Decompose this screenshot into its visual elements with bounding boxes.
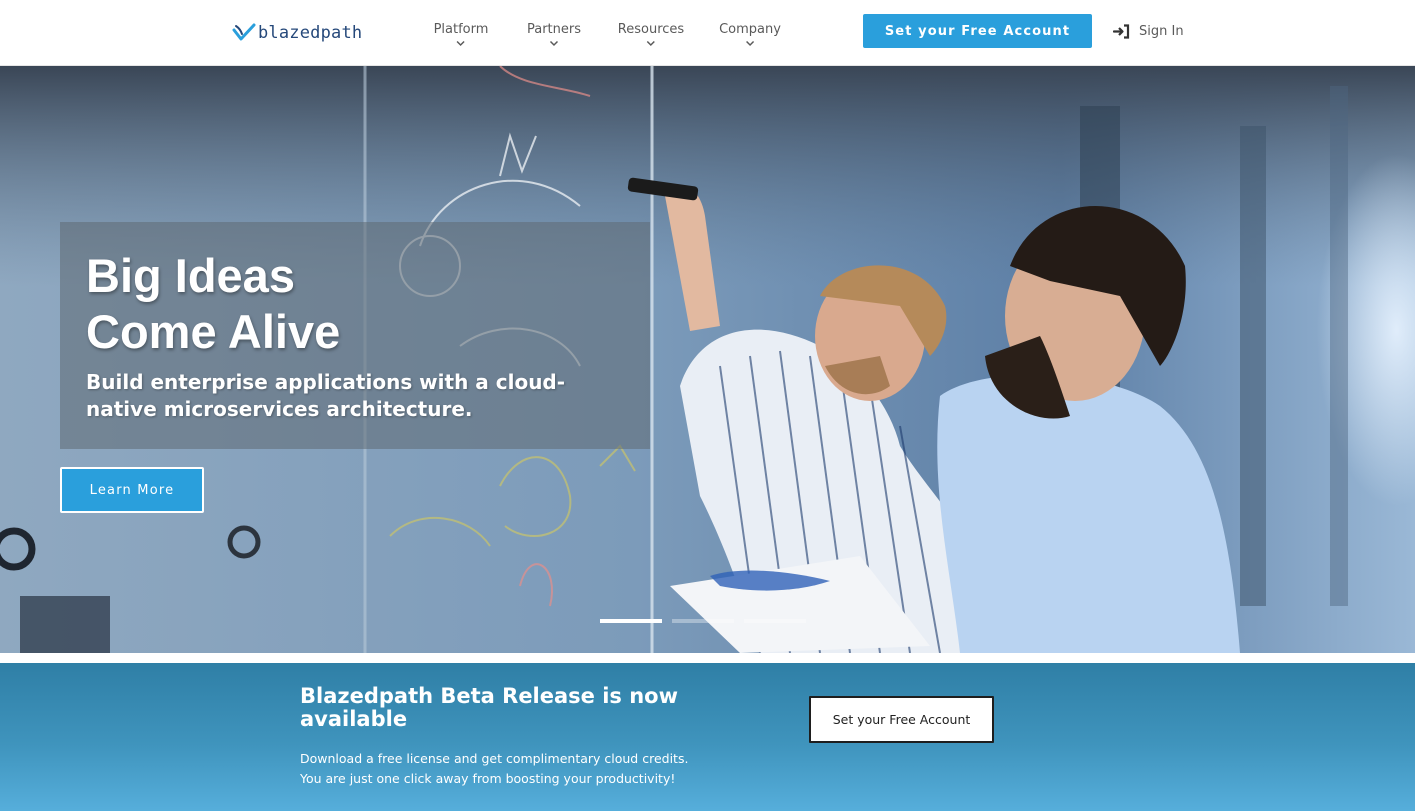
- nav-platform[interactable]: Platform: [433, 22, 489, 47]
- free-account-button[interactable]: Set your Free Account: [863, 14, 1092, 48]
- carousel-dot-1[interactable]: [600, 619, 662, 623]
- hero-subtitle: Build enterprise applications with a clo…: [86, 370, 566, 421]
- promo-description-line-2: You are just one click away from boostin…: [300, 771, 676, 786]
- beta-release-banner: Blazedpath Beta Release is now available…: [0, 663, 1415, 811]
- logo-link[interactable]: blazedpath: [232, 20, 362, 46]
- nav-resources-label: Resources: [617, 22, 685, 37]
- chevron-down-icon: [745, 40, 755, 47]
- hero-title-line-2: Come Alive: [86, 305, 341, 358]
- promo-free-account-button[interactable]: Set your Free Account: [809, 696, 994, 743]
- logo-icon: [232, 23, 256, 41]
- chevron-down-icon: [646, 40, 656, 47]
- carousel-indicators: [600, 619, 806, 623]
- chevron-down-icon: [549, 40, 559, 47]
- section-divider: [0, 653, 1415, 663]
- nav-platform-label: Platform: [433, 22, 489, 37]
- carousel-dot-2[interactable]: [672, 619, 734, 623]
- sign-in-link[interactable]: Sign In: [1113, 22, 1184, 40]
- nav-company-label: Company: [719, 22, 781, 37]
- hero-title-line-1: Big Ideas: [86, 249, 295, 302]
- promo-description: Download a free license and get complime…: [300, 749, 760, 789]
- sign-in-icon: [1113, 23, 1130, 39]
- learn-more-button[interactable]: Learn More: [60, 467, 204, 513]
- chevron-down-icon: [456, 40, 466, 47]
- hero-section: Big Ideas Come Alive Build enterprise ap…: [0, 66, 1415, 653]
- nav-partners-label: Partners: [526, 22, 582, 37]
- promo-title: Blazedpath Beta Release is now available: [300, 684, 679, 731]
- logo-text: blazedpath: [258, 23, 363, 43]
- hero-title: Big Ideas Come Alive: [86, 248, 626, 360]
- nav-partners[interactable]: Partners: [527, 22, 581, 47]
- sign-in-label: Sign In: [1139, 23, 1184, 39]
- carousel-dot-3[interactable]: [744, 619, 806, 623]
- nav-resources[interactable]: Resources: [618, 22, 684, 47]
- nav-company[interactable]: Company: [719, 22, 781, 47]
- site-header: blazedpath Platform Partners Resources C…: [0, 0, 1415, 66]
- promo-description-line-1: Download a free license and get complime…: [300, 751, 689, 766]
